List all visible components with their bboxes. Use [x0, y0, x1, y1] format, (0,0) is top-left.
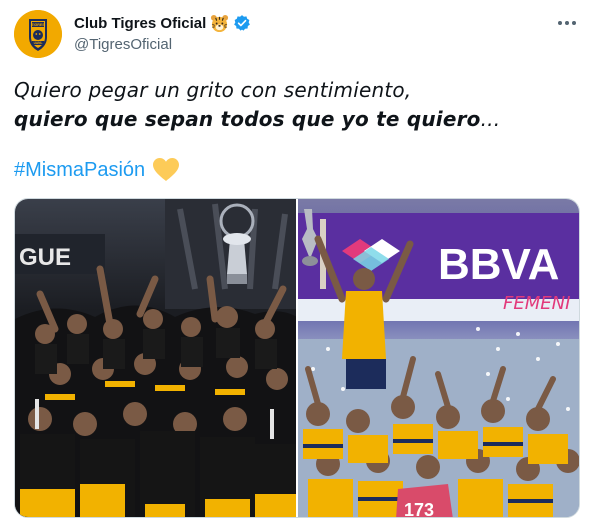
more-options-icon[interactable]	[555, 14, 579, 32]
avatar-crest-bottom-text: UANL	[34, 41, 43, 45]
tweet-text-line-1: Quiero pegar un grito con sentimiento,	[14, 78, 412, 102]
photo-right[interactable]: BBVA FEMENI 173	[298, 199, 579, 518]
photo-left[interactable]: GUE	[15, 199, 296, 517]
avatar[interactable]: TIGRES UANL	[14, 10, 62, 58]
tigres-uanl-crest-icon: TIGRES UANL	[14, 10, 62, 58]
hashtag-link[interactable]: #MismaPasión	[14, 159, 145, 182]
yellow-heart-icon	[153, 158, 180, 181]
stadium-banner-text: GUE	[19, 244, 71, 271]
tweet-card[interactable]: TIGRES UANL Club Tigres Oficial @TigresO…	[0, 0, 593, 526]
tweet-text-line-2-tail: ...	[480, 107, 501, 131]
tiger-face-icon	[211, 14, 229, 32]
author-display-name[interactable]: Club Tigres Oficial	[74, 15, 206, 32]
hashtag-row: #MismaPasión	[14, 158, 180, 182]
tweet-text-line-2: quiero que sepan todos que yo te quiero.…	[14, 107, 500, 131]
verified-badge-icon	[234, 15, 251, 31]
media-grid: GUE BBVA FEMENI 173	[14, 198, 580, 518]
sponsor-sub-text: FEMENI	[503, 293, 570, 314]
author-handle[interactable]: @TigresOficial	[74, 36, 251, 53]
tweet-text-line-2-bold: quiero que sepan todos que yo te quiero	[14, 107, 481, 131]
author-block: Club Tigres Oficial @TigresOficial	[74, 13, 251, 53]
shirt-number-text: 173	[404, 500, 434, 518]
sponsor-text: BBVA	[438, 240, 559, 289]
womens-team-celebration-photo: BBVA FEMENI 173	[298, 199, 579, 518]
mens-team-celebration-photo: GUE	[15, 199, 296, 517]
author-name-row: Club Tigres Oficial	[74, 13, 251, 33]
avatar-crest-top-text: TIGRES	[31, 23, 45, 27]
